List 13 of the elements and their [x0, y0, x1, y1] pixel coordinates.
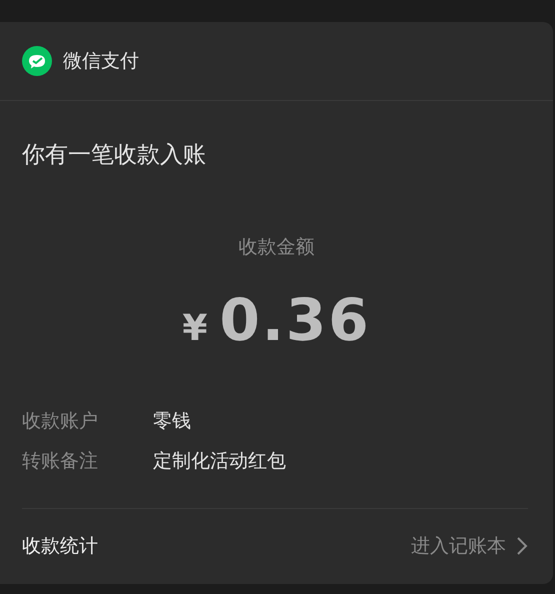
detail-label: 收款账户 [22, 409, 99, 434]
statistics-label: 收款统计 [22, 534, 98, 559]
chevron-right-icon [516, 536, 528, 556]
currency-symbol: ¥ [182, 308, 208, 349]
detail-value: 定制化活动红包 [153, 449, 286, 474]
amount-value: 0.36 [219, 286, 371, 354]
app-name: 微信支付 [63, 49, 139, 74]
ledger-link[interactable]: 进入记账本 [411, 533, 528, 559]
notice-title: 你有一笔收款入账 [22, 141, 207, 170]
amount-label: 收款金额 [238, 235, 316, 260]
detail-label: 转账备注 [22, 449, 99, 474]
detail-value: 零钱 [153, 409, 191, 434]
chat-bubble-logo-icon [22, 46, 52, 76]
